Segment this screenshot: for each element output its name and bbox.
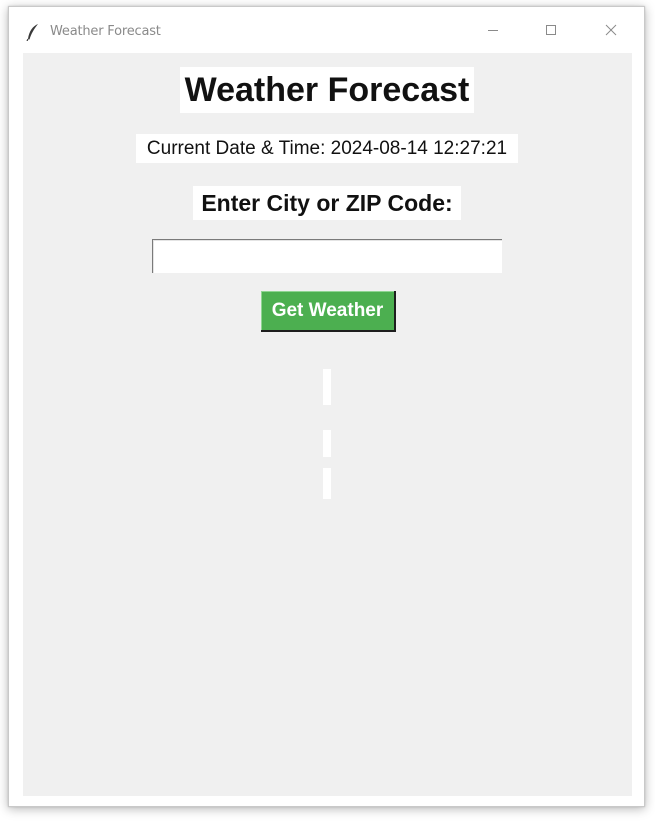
feather-icon <box>26 23 40 42</box>
city-zip-input[interactable] <box>152 239 502 273</box>
minimize-button[interactable] <box>471 15 515 49</box>
current-datetime-label: Current Date & Time: 2024-08-14 12:27:21 <box>136 134 518 163</box>
weather-result-label <box>323 468 331 499</box>
weather-result-label <box>323 430 331 457</box>
minimize-icon <box>487 23 499 41</box>
window-title: Weather Forecast <box>50 24 161 39</box>
close-button[interactable] <box>589 15 633 49</box>
get-weather-button[interactable]: Get Weather <box>261 291 396 332</box>
page-title: Weather Forecast <box>180 67 474 113</box>
app-window: Weather Forecast Weather Forecast Curren… <box>8 6 645 807</box>
city-zip-label: Enter City or ZIP Code: <box>193 186 461 220</box>
close-icon <box>605 23 617 41</box>
maximize-button[interactable] <box>529 15 573 49</box>
weather-result-label <box>323 369 331 405</box>
client-area: Weather Forecast Current Date & Time: 20… <box>23 53 632 796</box>
maximize-icon <box>545 23 557 41</box>
title-bar[interactable]: Weather Forecast <box>9 7 644 53</box>
